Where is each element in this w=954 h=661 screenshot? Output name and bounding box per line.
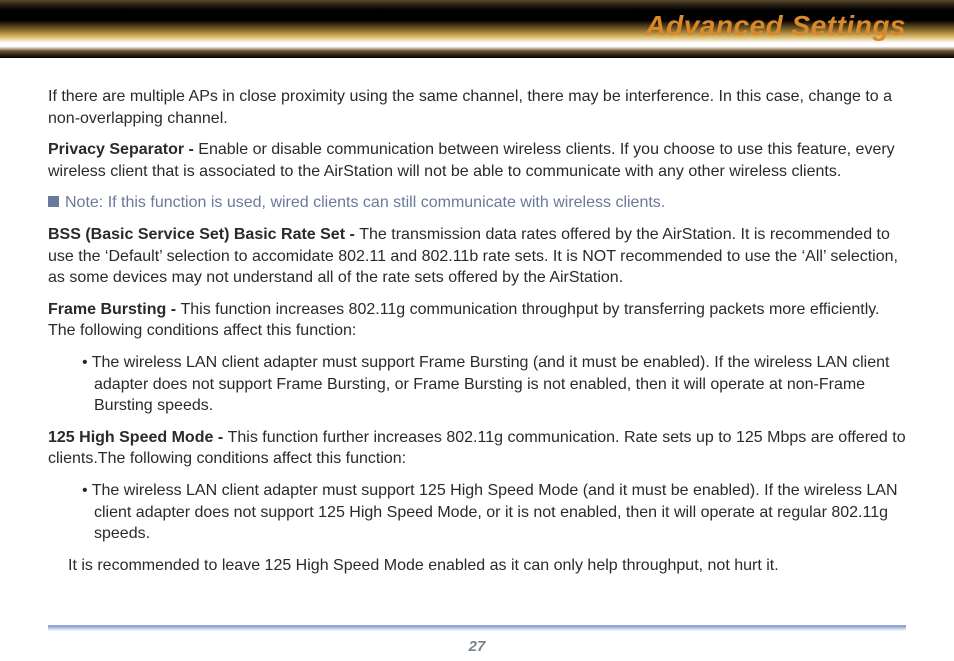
frame-bursting-paragraph: Frame Bursting - This function increases… (48, 299, 906, 342)
high-speed-bullets: • The wireless LAN client adapter must s… (48, 480, 906, 545)
header-stripe: Advanced Settings (0, 0, 954, 58)
high-speed-recommendation: It is recommended to leave 125 High Spee… (48, 555, 906, 577)
frame-bursting-bullet-1: • The wireless LAN client adapter must s… (68, 352, 906, 417)
frame-bursting-bullets: • The wireless LAN client adapter must s… (48, 352, 906, 417)
note-line: Note: If this function is used, wired cl… (48, 192, 906, 214)
privacy-separator-paragraph: Privacy Separator - Enable or disable co… (48, 139, 906, 182)
high-speed-bullet-1: • The wireless LAN client adapter must s… (68, 480, 906, 545)
content-area: If there are multiple APs in close proxi… (0, 58, 954, 596)
footer-divider (48, 625, 906, 631)
bss-label: BSS (Basic Service Set) Basic Rate Set - (48, 226, 359, 243)
privacy-separator-label: Privacy Separator - (48, 141, 198, 158)
intro-paragraph: If there are multiple APs in close proxi… (48, 86, 906, 129)
page-number: 27 (0, 638, 954, 655)
page-title: Advanced Settings (645, 10, 906, 42)
bss-paragraph: BSS (Basic Service Set) Basic Rate Set -… (48, 224, 906, 289)
high-speed-paragraph: 125 High Speed Mode - This function furt… (48, 427, 906, 470)
frame-bursting-label: Frame Bursting - (48, 301, 180, 318)
high-speed-label: 125 High Speed Mode - (48, 429, 228, 446)
note-square-icon (48, 196, 59, 207)
note-text: Note: If this function is used, wired cl… (65, 194, 665, 211)
